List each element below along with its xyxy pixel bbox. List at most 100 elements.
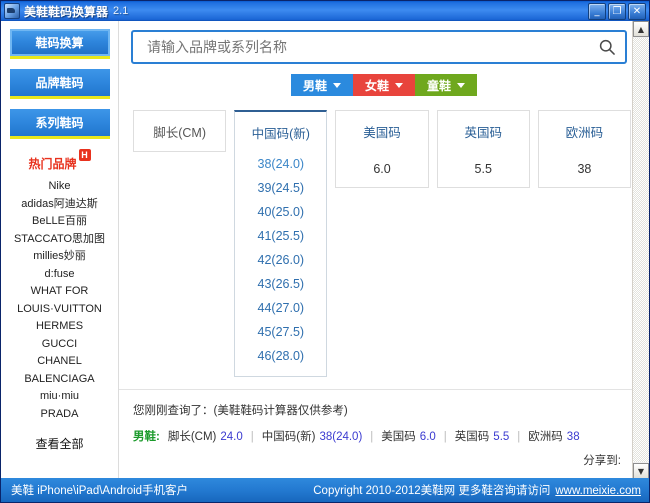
column-header: 脚长(CM) <box>153 125 206 140</box>
list-item[interactable]: GUCCI <box>1 336 118 354</box>
recent-query-panel: 您刚刚查询了：(美鞋鞋码计算器仅供参考) 男鞋: 脚长(CM) 24.0 | 中… <box>119 389 649 467</box>
list-item[interactable]: STACCATO思加图 <box>1 231 118 249</box>
list-item[interactable]: 40(25.0) <box>235 200 326 224</box>
footer-copyright: Copyright 2010-2012美鞋网 更多鞋咨询请访问 <box>313 485 551 497</box>
list-item[interactable]: 45(27.5) <box>235 320 326 344</box>
column-header: 欧洲码 <box>565 125 604 140</box>
window-version: 2.1 <box>113 5 129 17</box>
recent-value: 38(24.0) <box>319 431 363 443</box>
sidebar-item-size-convert[interactable]: 鞋码换算 <box>9 29 110 59</box>
hot-badge-icon: H <box>78 149 91 161</box>
column-value: 5.5 <box>474 162 492 176</box>
recent-label: 美国码 <box>381 431 416 443</box>
column-us-size[interactable]: 美国码 6.0 <box>335 110 429 188</box>
hot-brands-label: 热门品牌 <box>28 157 77 171</box>
tab-label: 童鞋 <box>427 78 452 93</box>
recent-query-row: 男鞋: 脚长(CM) 24.0 | 中国码(新) 38(24.0) | 美国码 … <box>133 428 631 444</box>
recent-category: 男鞋: <box>133 431 160 443</box>
footer-mobile-client[interactable]: 美鞋 iPhone\iPad\Android手机客户 <box>11 482 188 498</box>
category-tabs: 男鞋 女鞋 童鞋 <box>119 74 649 96</box>
size-columns: 脚长(CM) 中国码(新) 38(24.0) 39(24.5) 40(25.0)… <box>119 96 649 377</box>
window-title: 美鞋鞋码换算器 <box>24 4 109 19</box>
app-window: 美鞋鞋码换算器 2.1 _ ❐ ✕ 鞋码换算 品牌鞋码 系列鞋码 热门品牌 H … <box>0 0 650 503</box>
list-item[interactable]: PRADA <box>1 406 118 424</box>
tab-kids-shoes[interactable]: 童鞋 <box>415 74 478 96</box>
chevron-down-icon <box>395 82 403 88</box>
scroll-down-icon[interactable]: ▼ <box>633 463 649 479</box>
tab-label: 女鞋 <box>364 78 389 93</box>
list-item[interactable]: millies妙丽 <box>1 248 118 266</box>
search-row <box>119 21 649 64</box>
recent-label: 英国码 <box>454 431 490 443</box>
list-item[interactable]: 38(24.0) <box>235 152 326 176</box>
share-label: 分享到: <box>583 455 621 467</box>
footer-right: Copyright 2010-2012美鞋网 更多鞋咨询请访问 www.meix… <box>313 482 641 498</box>
recent-label: 欧洲码 <box>528 431 563 443</box>
list-item[interactable]: 41(25.5) <box>235 224 326 248</box>
vertical-scrollbar[interactable]: ▲ ▼ <box>632 21 649 479</box>
scroll-up-icon[interactable]: ▲ <box>633 21 649 37</box>
sidebar-item-series-size[interactable]: 系列鞋码 <box>9 109 110 139</box>
list-item[interactable]: miu·miu <box>1 388 118 406</box>
chevron-down-icon <box>457 82 466 88</box>
separator: | <box>250 431 254 443</box>
tab-label: 男鞋 <box>302 78 327 93</box>
brand-list: Nike adidas阿迪达斯 BeLLE百丽 STACCATO思加图 mill… <box>1 178 118 423</box>
list-item[interactable]: Nike <box>1 178 118 196</box>
list-item[interactable]: 39(24.5) <box>235 176 326 200</box>
separator: | <box>370 431 374 443</box>
body-area: 鞋码换算 品牌鞋码 系列鞋码 热门品牌 H Nike adidas阿迪达斯 Be… <box>1 21 649 479</box>
column-header: 英国码 <box>464 125 502 140</box>
separator: | <box>517 431 521 443</box>
china-size-options: 38(24.0) 39(24.5) 40(25.0) 41(25.5) 42(2… <box>235 152 326 376</box>
recent-label: 脚长(CM) <box>167 431 217 443</box>
column-china-size[interactable]: 中国码(新) 38(24.0) 39(24.5) 40(25.0) 41(25.… <box>234 110 328 377</box>
recent-value: 5.5 <box>493 431 510 443</box>
minimize-icon[interactable]: _ <box>588 3 606 20</box>
list-item[interactable]: d:fuse <box>1 266 118 284</box>
separator: | <box>443 431 447 443</box>
list-item[interactable]: BeLLE百丽 <box>1 213 118 231</box>
sidebar-item-brand-size[interactable]: 品牌鞋码 <box>9 69 110 99</box>
title-bar: 美鞋鞋码换算器 2.1 _ ❐ ✕ <box>1 1 649 21</box>
recent-value: 38 <box>566 431 580 443</box>
search-box[interactable] <box>131 30 627 64</box>
tab-womens-shoes[interactable]: 女鞋 <box>352 74 415 96</box>
window-controls: _ ❐ ✕ <box>588 3 646 20</box>
list-item[interactable]: CHANEL <box>1 353 118 371</box>
recent-label: 中国码(新) <box>261 431 316 443</box>
list-item[interactable]: 46(28.0) <box>235 344 326 368</box>
list-item[interactable]: 43(26.5) <box>235 272 326 296</box>
close-icon[interactable]: ✕ <box>628 3 646 20</box>
recent-query-title: 您刚刚查询了：(美鞋鞋码计算器仅供参考) <box>133 405 348 417</box>
maximize-icon[interactable]: ❐ <box>608 3 626 20</box>
column-foot-length[interactable]: 脚长(CM) <box>133 110 227 152</box>
recent-value: 24.0 <box>220 431 243 443</box>
chevron-down-icon <box>332 82 341 88</box>
column-header: 中国码(新) <box>251 126 310 141</box>
column-header: 美国码 <box>363 125 401 140</box>
main-content: 男鞋 女鞋 童鞋 脚长(CM) 中国码(新) <box>119 21 649 479</box>
search-input[interactable] <box>145 38 597 56</box>
footer-website-link[interactable]: www.meixie.com <box>555 485 641 497</box>
footer-bar: 美鞋 iPhone\iPad\Android手机客户 Copyright 201… <box>1 478 649 502</box>
column-eu-size[interactable]: 欧洲码 38 <box>537 110 632 188</box>
list-item[interactable]: 44(27.0) <box>235 296 326 320</box>
app-icon <box>4 3 20 19</box>
recent-value: 6.0 <box>419 431 436 443</box>
column-value: 6.0 <box>373 162 391 176</box>
search-icon[interactable] <box>597 37 617 57</box>
list-item[interactable]: WHAT FOR <box>1 283 118 301</box>
list-item[interactable]: LOUIS·VUITTON <box>1 301 118 319</box>
list-item[interactable]: adidas阿迪达斯 <box>1 196 118 214</box>
hot-brands-heading: 热门品牌 H <box>28 149 91 172</box>
view-all-link[interactable]: 查看全部 <box>35 435 83 452</box>
tab-mens-shoes[interactable]: 男鞋 <box>290 74 353 96</box>
list-item[interactable]: 42(26.0) <box>235 248 326 272</box>
column-uk-size[interactable]: 英国码 5.5 <box>436 110 530 188</box>
sidebar: 鞋码换算 品牌鞋码 系列鞋码 热门品牌 H Nike adidas阿迪达斯 Be… <box>1 21 119 479</box>
list-item[interactable]: BALENCIAGA <box>1 371 118 389</box>
column-value: 38 <box>577 162 592 176</box>
scrollbar-track[interactable] <box>633 38 649 462</box>
list-item[interactable]: HERMES <box>1 318 118 336</box>
